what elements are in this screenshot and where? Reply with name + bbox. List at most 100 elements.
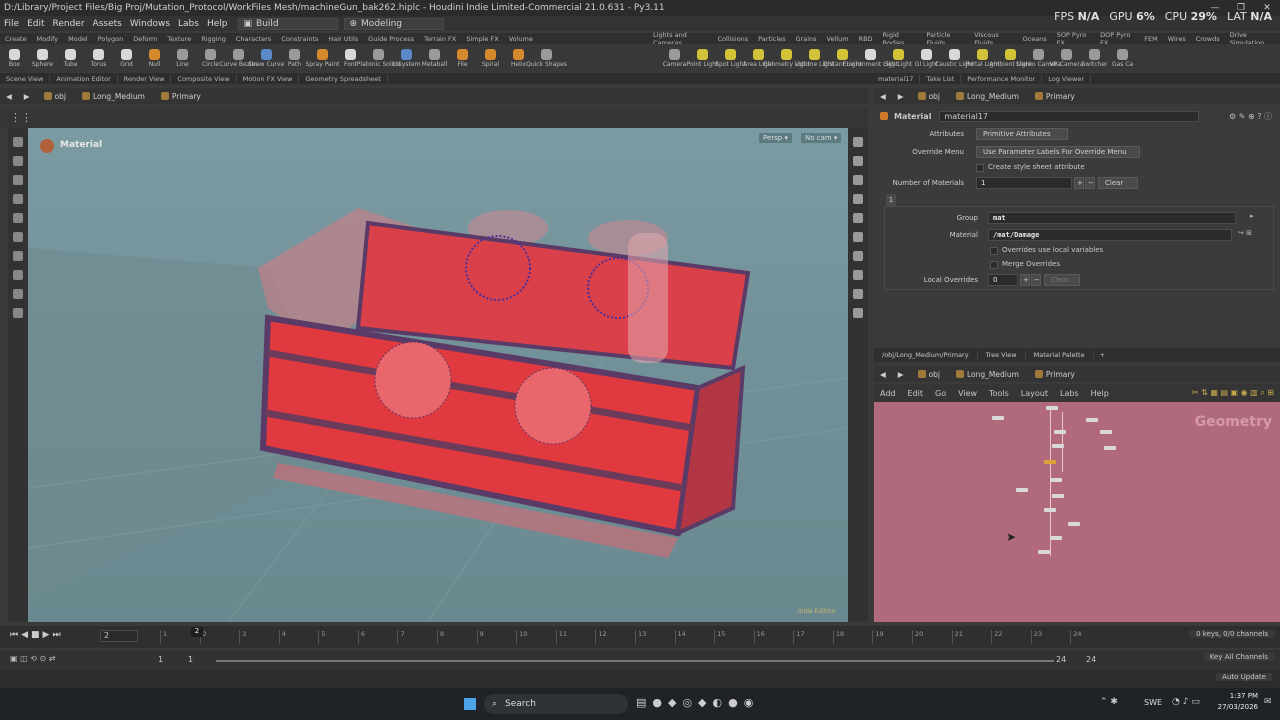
network-editor[interactable]: Geometry ➤ — [874, 402, 1280, 622]
node-jump-icon[interactable]: ↪ ⊞ — [1238, 229, 1252, 237]
snap-tool-icon[interactable] — [13, 270, 23, 280]
tray-icons[interactable]: ⌃ ✱ — [1100, 697, 1118, 707]
menu-assets[interactable]: Assets — [89, 19, 126, 29]
pane-tab-scene-view[interactable]: Scene View — [0, 74, 51, 83]
notification-icon[interactable]: ✉ — [1264, 697, 1272, 707]
render-icon[interactable] — [853, 289, 863, 299]
shelf-tab-texture[interactable]: Texture — [162, 35, 196, 43]
shelf-tool-l-system[interactable]: L-System — [393, 48, 420, 68]
network-node[interactable] — [1016, 488, 1028, 492]
pane-tab-render-view[interactable]: Render View — [118, 74, 172, 83]
net-menu-tools[interactable]: Tools — [983, 389, 1015, 398]
network-node[interactable] — [1050, 478, 1062, 482]
shelf-tool-vr-camera[interactable]: VR Camera — [1050, 48, 1083, 68]
move-tool-icon[interactable] — [13, 156, 23, 166]
shelf-tool-spray-paint[interactable]: Spray Paint — [305, 48, 340, 68]
path-node[interactable]: Long_Medium — [74, 92, 153, 101]
pane-tab-motion-fx-view[interactable]: Motion FX View — [237, 74, 300, 83]
current-frame-field[interactable]: 2 — [100, 630, 138, 642]
net-menu-view[interactable]: View — [952, 389, 983, 398]
net-path-obj[interactable]: obj — [910, 370, 948, 379]
shelf-tab-particles[interactable]: Particles — [753, 35, 790, 43]
net-menu-go[interactable]: Go — [929, 389, 952, 398]
shelf-tab-hair-utils[interactable]: Hair Utils — [323, 35, 363, 43]
grid-menu-icon[interactable]: ⋮⋮ — [10, 111, 32, 124]
pane-tab-take-list[interactable]: Take List — [920, 74, 962, 83]
auto-update-button[interactable]: Auto Update — [1216, 673, 1272, 681]
shelf-tab-grains[interactable]: Grains — [791, 35, 822, 43]
net-menu-labs[interactable]: Labs — [1054, 389, 1085, 398]
shelf-tool-path[interactable]: Path — [281, 48, 308, 68]
param-path-obj[interactable]: obj — [910, 92, 948, 101]
node-name-field[interactable]: material17 — [939, 110, 1200, 122]
shelf-tool-spot-light[interactable]: Spot Light — [715, 48, 746, 68]
shelf-tool-caustic-light[interactable]: Caustic Light — [935, 48, 974, 68]
shelf-tool-quick-shapes[interactable]: Quick Shapes — [526, 48, 567, 68]
override-menu-select[interactable]: Use Parameter Labels For Override Menu — [976, 146, 1140, 158]
net-menu-edit[interactable]: Edit — [902, 389, 930, 398]
system-tray-icons[interactable]: ◔ ♪ ▭ — [1172, 697, 1200, 707]
material-path-field[interactable]: /mat/Damage — [988, 229, 1232, 241]
shelf-tab-oceans[interactable]: Oceans — [1018, 35, 1052, 43]
forward-arrow-icon[interactable]: ▶ — [892, 92, 910, 101]
scale-tool-icon[interactable] — [13, 194, 23, 204]
ghost-icon[interactable] — [853, 194, 863, 204]
forward-arrow-icon[interactable]: ▶ — [892, 370, 910, 379]
path-obj[interactable]: obj — [36, 92, 74, 101]
shelf-tool-switcher[interactable]: Switcher — [1081, 48, 1108, 68]
range-start[interactable]: 1 — [158, 655, 163, 664]
template-icon[interactable] — [853, 270, 863, 280]
shelf-tab-model[interactable]: Model — [63, 35, 93, 43]
multiparm-tab[interactable]: 1 — [886, 194, 896, 206]
shelf-tool-gas-ca[interactable]: Gas Ca — [1109, 48, 1136, 68]
tab-material-palette[interactable]: Material Palette — [1026, 351, 1094, 359]
local-increment-button[interactable]: + — [1020, 274, 1030, 286]
selected-network-node[interactable] — [1044, 460, 1056, 464]
network-node[interactable] — [1052, 494, 1064, 498]
net-menu-add[interactable]: Add — [874, 389, 902, 398]
snapshot-icon[interactable] — [853, 308, 863, 318]
net-menu-layout[interactable]: Layout — [1015, 389, 1054, 398]
shelf-tool-point-light[interactable]: Point Light — [687, 48, 718, 68]
shelf-tool-tube[interactable]: Tube — [57, 48, 84, 68]
decrement-button[interactable]: − — [1085, 177, 1095, 189]
shelf-tool-stereo-camera[interactable]: Stereo Camera — [1016, 48, 1061, 68]
start-icon[interactable] — [464, 698, 476, 710]
shelf-tool-torus[interactable]: Torus — [85, 48, 112, 68]
shelf-tool-sphere[interactable]: Sphere — [29, 48, 56, 68]
back-arrow-icon[interactable]: ◀ — [874, 92, 892, 101]
param-path-node[interactable]: Long_Medium — [948, 92, 1027, 101]
network-node[interactable] — [992, 416, 1004, 420]
playback-controls[interactable]: ⏮◀■▶⏭ — [10, 630, 64, 640]
pane-tab-performance-monitor[interactable]: Performance Monitor — [961, 74, 1043, 83]
pane-tab-material17[interactable]: material17 — [872, 74, 921, 83]
range-end[interactable]: 24 — [1086, 655, 1096, 664]
network-node[interactable] — [1050, 536, 1062, 540]
select-tool-icon[interactable] — [13, 137, 23, 147]
scene-viewport[interactable]: Material Persp ▾ No cam ▾ Indie Edition — [28, 128, 848, 622]
range-tools-icons[interactable]: ▣ ◫ ⟲ ⊙ ⇄ — [10, 654, 55, 663]
stylesheet-checkbox[interactable] — [976, 164, 984, 172]
clear-button[interactable]: Clear — [1098, 177, 1138, 189]
shelf-tab-fem[interactable]: FEM — [1139, 35, 1162, 43]
network-node[interactable] — [1046, 406, 1058, 410]
overrides-local-checkbox[interactable] — [990, 247, 998, 255]
shelf-tool-camera[interactable]: Camera — [661, 48, 688, 68]
pose-tool-icon[interactable] — [13, 232, 23, 242]
shelf-tool-spiral[interactable]: Spiral — [477, 48, 504, 68]
desktop-modeling-select[interactable]: ⊕ Modeling — [343, 17, 444, 30]
network-node[interactable] — [1038, 550, 1050, 554]
shelf-tool-sky-light[interactable]: Sky Light — [885, 48, 912, 68]
rotate-tool-icon[interactable] — [13, 175, 23, 185]
persp-button[interactable]: Persp ▾ — [758, 132, 793, 144]
shelf-tab-polygon[interactable]: Polygon — [93, 35, 129, 43]
tab-tree-view[interactable]: Tree View — [978, 351, 1026, 359]
shelf-tab-terrain-fx[interactable]: Terrain FX — [419, 35, 461, 43]
shelf-tab-simple-fx[interactable]: Simple FX — [461, 35, 503, 43]
shelf-tool-file[interactable]: File — [449, 48, 476, 68]
network-node[interactable] — [1052, 444, 1064, 448]
search-box[interactable]: ⌕ Search — [484, 694, 628, 714]
clock-date[interactable]: 27/03/2026 — [1212, 703, 1258, 711]
local-overrides-field[interactable]: 0 — [988, 274, 1018, 286]
shelf-tab-guide-process[interactable]: Guide Process — [363, 35, 419, 43]
